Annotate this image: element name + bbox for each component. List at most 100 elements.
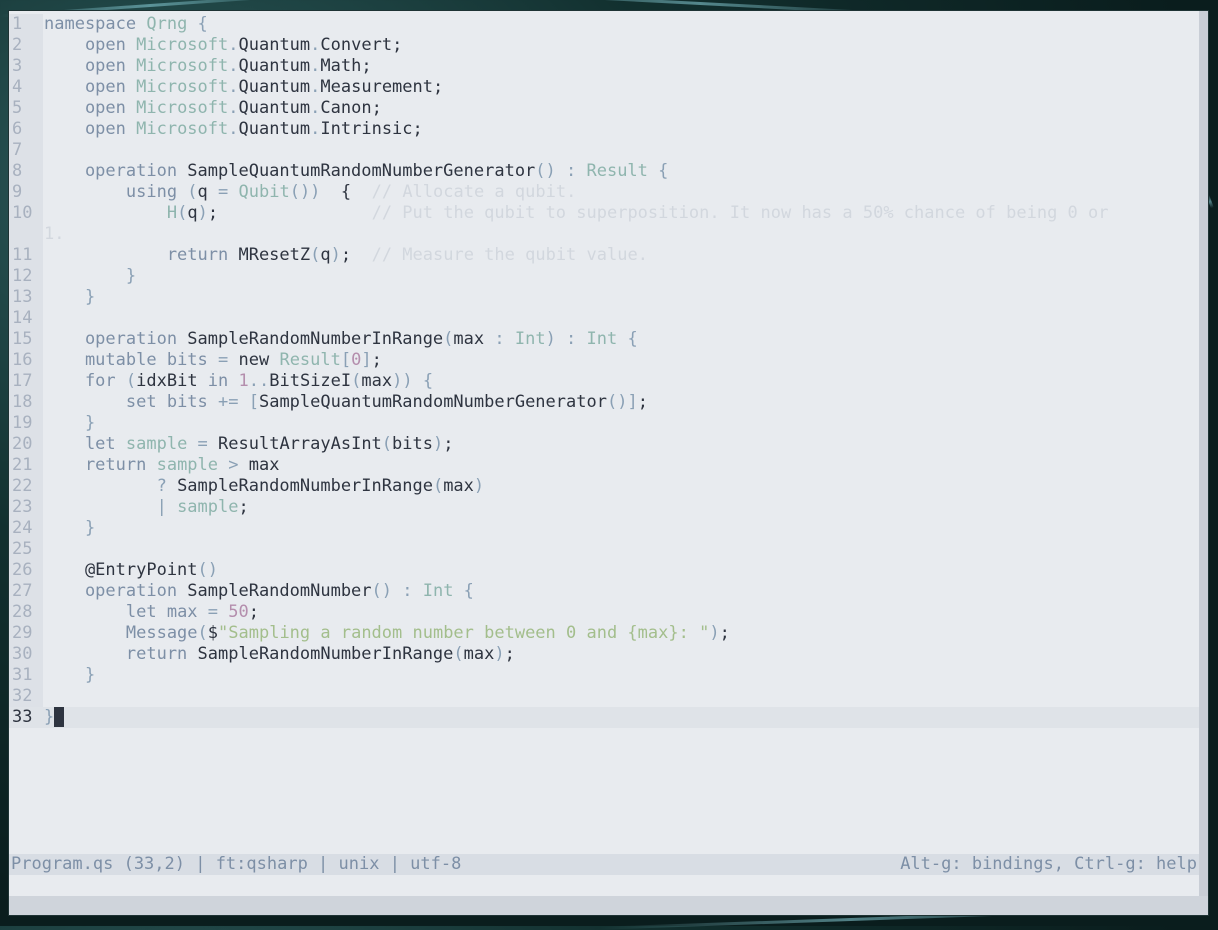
code-token: ; [371, 350, 382, 370]
code-line[interactable]: 26 @EntryPoint() [9, 560, 1199, 581]
code-line[interactable]: 12 } [9, 266, 1199, 287]
code-line[interactable]: 29 Message($"Sampling a random number be… [9, 623, 1199, 644]
line-text: } [44, 287, 95, 308]
code-line[interactable]: 6 open Microsoft.Quantum.Intrinsic; [9, 119, 1199, 140]
code-token: Intrinsic [320, 119, 413, 139]
code-token: namespace [44, 14, 147, 34]
code-token: .. [248, 371, 270, 391]
code-token: . [310, 35, 321, 55]
code-token: ResultArrayAsInt [218, 434, 382, 454]
code-token: } [44, 518, 96, 538]
code-line[interactable]: 16 mutable bits = new Result[0]; [9, 350, 1199, 371]
line-text: open Microsoft.Quantum.Intrinsic; [44, 119, 423, 140]
line-number: 22 [9, 476, 43, 497]
code-line[interactable]: 20 let sample = ResultArrayAsInt(bits); [9, 434, 1199, 455]
code-token: Quantum [238, 77, 311, 97]
line-number: 12 [9, 266, 43, 287]
line-text: H(q); // Put the qubit to superposition.… [44, 203, 1109, 224]
code-token: . [228, 98, 239, 118]
line-number: 32 [9, 686, 43, 707]
line-text: for (idxBit in 1..BitSizeI(max)) { [44, 371, 433, 392]
code-token: () : [535, 161, 587, 181]
command-line[interactable] [9, 896, 1208, 915]
code-token: ) [330, 245, 341, 265]
line-text: 1. [44, 224, 64, 245]
code-line[interactable]: 10 H(q); // Put the qubit to superpositi… [9, 203, 1199, 224]
code-token: max [248, 455, 280, 475]
line-text: @EntryPoint() [44, 560, 218, 581]
line-number: 9 [9, 182, 43, 203]
code-token: ( [381, 434, 393, 454]
code-line[interactable]: 27 operation SampleRandomNumber() : Int … [9, 581, 1199, 602]
code-line[interactable]: 2 open Microsoft.Quantum.Convert; [9, 35, 1199, 56]
code-area[interactable]: 1 namespace Qrng {2 open Microsoft.Quantu… [9, 14, 1199, 728]
code-token: max [453, 329, 495, 349]
line-number: 14 [9, 308, 43, 329]
code-line[interactable]: 24 } [9, 518, 1199, 539]
line-number: 10 [9, 203, 43, 224]
code-token: return [44, 245, 239, 265]
line-text: return MResetZ(q); // Measure the qubit … [44, 245, 648, 266]
code-line[interactable]: 17 for (idxBit in 1..BitSizeI(max)) { [9, 371, 1199, 392]
code-line[interactable]: 11 return MResetZ(q); // Measure the qub… [9, 245, 1199, 266]
code-token: ? [44, 476, 178, 496]
code-token: ) [494, 644, 505, 664]
code-line[interactable]: 15 operation SampleRandomNumberInRange(m… [9, 329, 1199, 350]
code-line[interactable]: 1 namespace Qrng { [9, 14, 1199, 35]
code-line[interactable]: 7 [9, 140, 1199, 161]
code-token: max [463, 644, 495, 664]
code-line[interactable]: 9 using (q = Qubit()) { // Allocate a qu… [9, 182, 1199, 203]
code-line[interactable]: 5 open Microsoft.Quantum.Canon; [9, 98, 1199, 119]
code-token: . [310, 98, 321, 118]
code-line[interactable]: 13 } [9, 287, 1199, 308]
code-line[interactable]: 4 open Microsoft.Quantum.Measurement; [9, 77, 1199, 98]
code-token: open [44, 98, 137, 118]
code-line[interactable]: 1. [9, 224, 1199, 245]
code-token: ; [238, 497, 249, 517]
line-number: 5 [9, 98, 43, 119]
code-token: $ [207, 623, 219, 643]
code-line[interactable]: 28 let max = 50; [9, 602, 1199, 623]
code-token: . [310, 119, 321, 139]
code-line[interactable]: 8 operation SampleQuantumRandomNumberGen… [9, 161, 1199, 182]
code-line[interactable]: 30 return SampleRandomNumberInRange(max)… [9, 644, 1199, 665]
code-token: ] [361, 350, 372, 370]
code-token: } [44, 413, 96, 433]
code-line[interactable]: 33} [9, 707, 1199, 728]
code-token: "Sampling a random number between 0 and … [218, 623, 710, 643]
code-token: . [310, 77, 321, 97]
code-token: max [361, 371, 393, 391]
line-number: 23 [9, 497, 43, 518]
code-token: max [166, 602, 208, 622]
code-line[interactable]: 23 | sample; [9, 497, 1199, 518]
code-token: ()] [606, 392, 638, 412]
code-line[interactable]: 21 return sample > max [9, 455, 1199, 476]
code-token: ( [351, 371, 362, 391]
line-number: 31 [9, 665, 43, 686]
code-line[interactable]: 22 ? SampleRandomNumberInRange(max) [9, 476, 1199, 497]
code-line[interactable]: 32 [9, 686, 1199, 707]
editor-window[interactable]: 1 namespace Qrng {2 open Microsoft.Quantu… [9, 11, 1208, 915]
line-text: open Microsoft.Quantum.Canon; [44, 98, 382, 119]
code-token: Microsoft [136, 56, 229, 76]
code-line[interactable]: 31 } [9, 665, 1199, 686]
line-number: 16 [9, 350, 43, 371]
code-token: ; [719, 623, 730, 643]
code-line[interactable]: 14 [9, 308, 1199, 329]
line-number: 24 [9, 518, 43, 539]
scrollbar[interactable] [1199, 11, 1208, 901]
code-line[interactable]: 18 set bits += [SampleQuantumRandomNumbe… [9, 392, 1199, 413]
code-token: [ [340, 350, 352, 370]
status-help-hint: Alt-g: bindings, Ctrl-g: help [900, 854, 1197, 874]
code-line[interactable]: 3 open Microsoft.Quantum.Math; [9, 56, 1199, 77]
status-bar: Program.qs (33,2) | ft:qsharp | unix | u… [9, 854, 1199, 875]
code-token: SampleRandomNumberInRange [197, 644, 454, 664]
line-number: 20 [9, 434, 43, 455]
line-text: set bits += [SampleQuantumRandomNumberGe… [44, 392, 648, 413]
code-line[interactable]: 19 } [9, 413, 1199, 434]
code-token: Result [279, 350, 341, 370]
code-token: operation [44, 581, 188, 601]
line-text: } [44, 266, 136, 287]
code-line[interactable]: 25 [9, 539, 1199, 560]
code-token: q [197, 182, 219, 202]
